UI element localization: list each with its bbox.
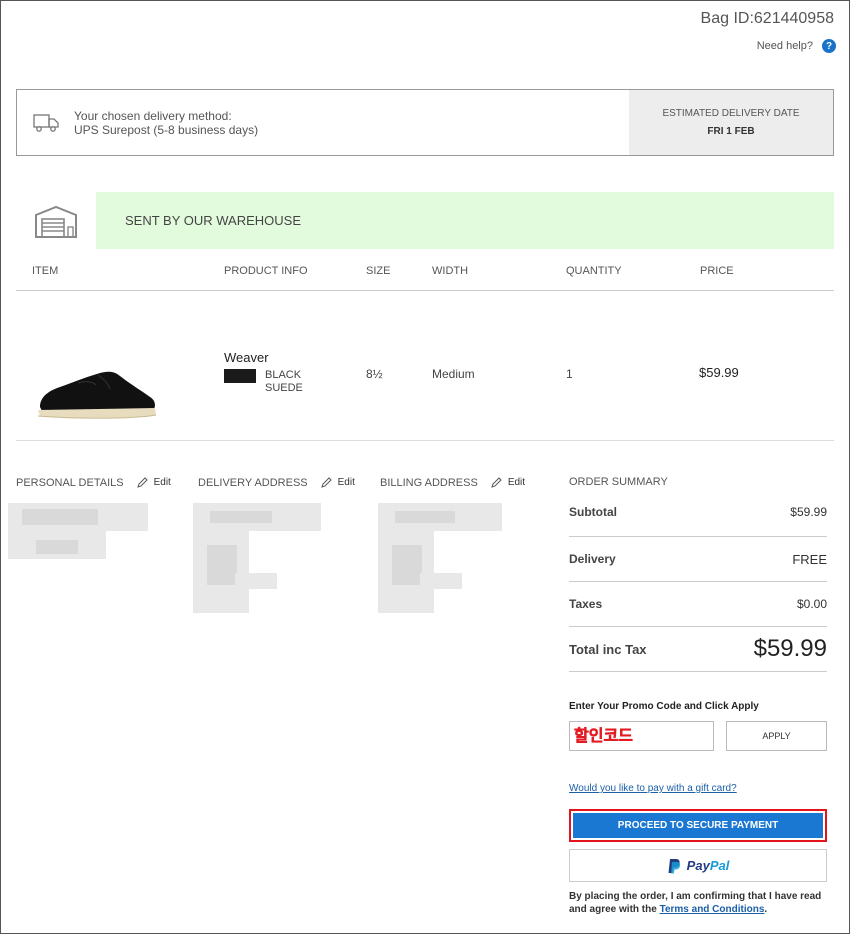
promo-label: Enter Your Promo Code and Click Apply (569, 701, 759, 712)
total-row: Total inc Tax $59.99 (569, 627, 827, 672)
edit-personal-button[interactable]: Edit (136, 476, 171, 489)
column-width: WIDTH (432, 265, 469, 277)
estimated-delivery-label: ESTIMATED DELIVERY DATE (662, 108, 800, 119)
pencil-icon (320, 477, 332, 488)
edit-delivery-button[interactable]: Edit (320, 476, 355, 489)
pencil-icon (136, 477, 148, 488)
edit-label: Edit (153, 477, 171, 488)
delivery-label: Your chosen delivery method: (74, 108, 232, 123)
paypal-label-pay: Pay (686, 858, 710, 873)
product-color: BLACK SUEDE (265, 369, 303, 395)
product-size: 8½ (366, 367, 383, 381)
column-product-info: PRODUCT INFO (224, 265, 308, 277)
delivery-method-value: UPS Surepost (5-8 business days) (74, 122, 259, 137)
delivery-method-box: Your chosen delivery method: UPS Surepos… (16, 89, 834, 156)
truck-icon (33, 113, 59, 132)
color-swatch (224, 369, 256, 383)
terms-end: . (764, 904, 768, 915)
delivery-address-section: DELIVERY ADDRESS Edit (198, 476, 355, 489)
warehouse-banner: SENT BY OUR WAREHOUSE (96, 192, 834, 249)
delivery-address-title: DELIVERY ADDRESS (198, 476, 308, 489)
taxes-row: Taxes $0.00 (569, 582, 827, 627)
subtotal-value: $59.99 (790, 505, 827, 519)
need-help-link[interactable]: Need help? ? (757, 39, 836, 53)
total-value: $59.99 (753, 635, 827, 662)
delivery-label: Delivery (569, 552, 616, 566)
paypal-button[interactable]: PayPal (569, 849, 827, 882)
pencil-icon (491, 477, 502, 488)
column-price: PRICE (700, 265, 734, 277)
delivery-method: Your chosen delivery method: UPS Surepos… (17, 90, 629, 155)
personal-details-title: PERSONAL DETAILS (16, 476, 124, 489)
delivery-text: Your chosen delivery method: UPS Surepos… (74, 109, 258, 137)
subtotal-row: Subtotal $59.99 (569, 488, 827, 537)
proceed-highlight: PROCEED TO SECURE PAYMENT (569, 809, 827, 842)
product-name: Weaver (224, 350, 269, 365)
estimated-delivery: ESTIMATED DELIVERY DATE FRI 1 FEB (629, 90, 833, 155)
billing-address-section: BILLING ADDRESS Edit (380, 476, 525, 489)
product-color-line1: BLACK (265, 369, 302, 381)
taxes-value: $0.00 (796, 597, 827, 611)
delivery-value: FREE (792, 551, 827, 567)
order-summary-title: ORDER SUMMARY (569, 476, 668, 488)
edit-label: Edit (337, 477, 355, 488)
paypal-icon (668, 858, 680, 873)
subtotal-label: Subtotal (569, 505, 617, 519)
taxes-label: Taxes (569, 597, 603, 611)
table-header: ITEM PRODUCT INFO SIZE WIDTH QUANTITY PR… (16, 264, 834, 291)
terms-link[interactable]: Terms and Conditions (660, 904, 765, 915)
column-size: SIZE (366, 265, 391, 277)
paypal-label: PayPal (687, 858, 730, 873)
bag-id: Bag ID:621440958 (700, 10, 834, 27)
delivery-row: Delivery FREE (569, 537, 827, 582)
edit-billing-button[interactable]: Edit (490, 476, 525, 489)
product-quantity: 1 (566, 367, 573, 381)
edit-label: Edit (507, 477, 526, 488)
personal-details-section: PERSONAL DETAILS Edit (16, 476, 171, 489)
apply-button[interactable]: APPLY (726, 721, 827, 751)
paypal-label-pal: Pal (709, 858, 730, 873)
need-help-text: Need help? (756, 40, 813, 52)
question-icon[interactable]: ? (822, 39, 836, 53)
product-price: $59.99 (699, 365, 739, 380)
product-image[interactable] (34, 363, 158, 425)
column-quantity: QUANTITY (566, 265, 622, 277)
total-label: Total inc Tax (569, 641, 647, 657)
gift-card-link[interactable]: Would you like to pay with a gift card? (569, 783, 737, 794)
product-color-line2: SUEDE (265, 382, 303, 394)
column-item: ITEM (32, 265, 59, 277)
terms-notice: By placing the order, I am confirming th… (569, 890, 831, 916)
table-row: Weaver BLACK SUEDE 8½ Medium 1 $59.99 (16, 291, 834, 441)
order-summary: ORDER SUMMARY Subtotal $59.99 Delivery F… (569, 472, 827, 672)
proceed-to-payment-button[interactable]: PROCEED TO SECURE PAYMENT (573, 813, 823, 838)
promo-code-input[interactable]: 할인코드 (569, 721, 714, 751)
billing-address-title: BILLING ADDRESS (380, 476, 478, 489)
warehouse-icon (35, 205, 77, 238)
product-width: Medium (432, 367, 475, 381)
estimated-delivery-date: FRI 1 FEB (707, 126, 755, 137)
